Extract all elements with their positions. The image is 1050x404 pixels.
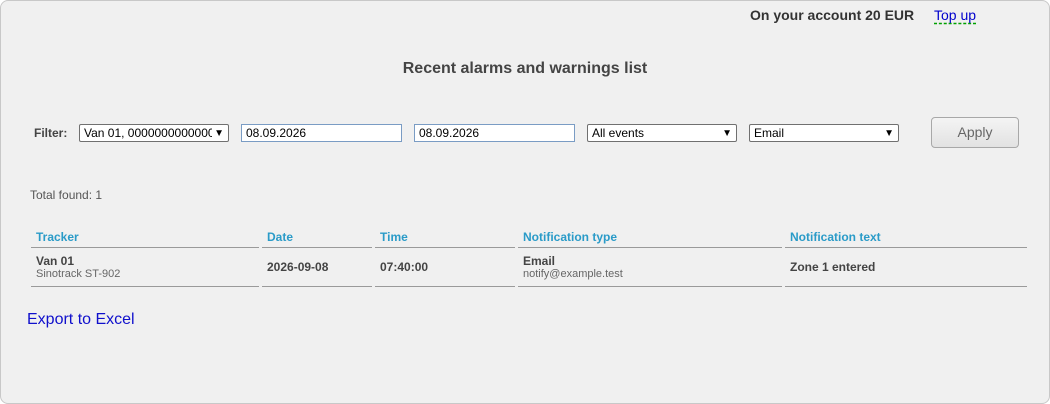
event-time: 07:40:00 [380,260,429,274]
column-header-notification-type[interactable]: Notification type [518,227,782,248]
notification-text-cell: Zone 1 entered [785,248,1027,287]
date-from-input[interactable]: 08.09.2026 [241,124,402,142]
table-header-row: Tracker Date Time Notification type Noti… [31,227,1027,248]
filter-label: Filter: [34,126,68,140]
tracker-select[interactable]: Van 01, 0000000000000101 ▼ [79,124,229,142]
notification-text: Zone 1 entered [790,260,876,274]
tracker-model: Sinotrack ST-902 [36,268,121,280]
notification-type-cell: Email notify@example.test [518,248,782,287]
time-cell: 07:40:00 [375,248,515,287]
events-table: Tracker Date Time Notification type Noti… [28,227,1030,287]
notification-type: Email [523,254,556,268]
total-found: Total found: 1 [30,188,103,202]
event-type-select-value: All events [592,126,645,140]
alarms-panel: On your account 20 EUR Top up Recent ala… [0,0,1050,404]
tracker-name: Van 01 [36,254,75,268]
account-balance: On your account 20 EUR [750,7,915,23]
notification-address: notify@example.test [523,268,623,280]
page-title: Recent alarms and warnings list [402,60,648,77]
table-row[interactable]: Van 01 Sinotrack ST-902 2026-09-08 07:40… [31,248,1027,287]
event-type-select[interactable]: All events ▼ [587,124,737,142]
tracker-select-value: Van 01, 0000000000000101 [84,126,212,140]
column-header-tracker[interactable]: Tracker [31,227,259,248]
date-to-input[interactable]: 08.09.2026 [414,124,575,142]
notification-type-select[interactable]: Email ▼ [749,124,899,142]
chevron-down-icon: ▼ [884,127,894,139]
date-cell: 2026-09-08 [262,248,372,287]
chevron-down-icon: ▼ [722,127,732,139]
notification-type-select-value: Email [754,126,785,140]
event-date: 2026-09-08 [267,260,329,274]
apply-button[interactable]: Apply [931,117,1019,148]
export-to-excel-link[interactable]: Export to Excel [27,311,135,329]
chevron-down-icon: ▼ [214,127,224,139]
top-up-link[interactable]: Top up [934,7,976,23]
tracker-cell: Van 01 Sinotrack ST-902 [31,248,259,287]
column-header-notification-text[interactable]: Notification text [785,227,1027,248]
column-header-time[interactable]: Time [375,227,515,248]
column-header-date[interactable]: Date [262,227,372,248]
